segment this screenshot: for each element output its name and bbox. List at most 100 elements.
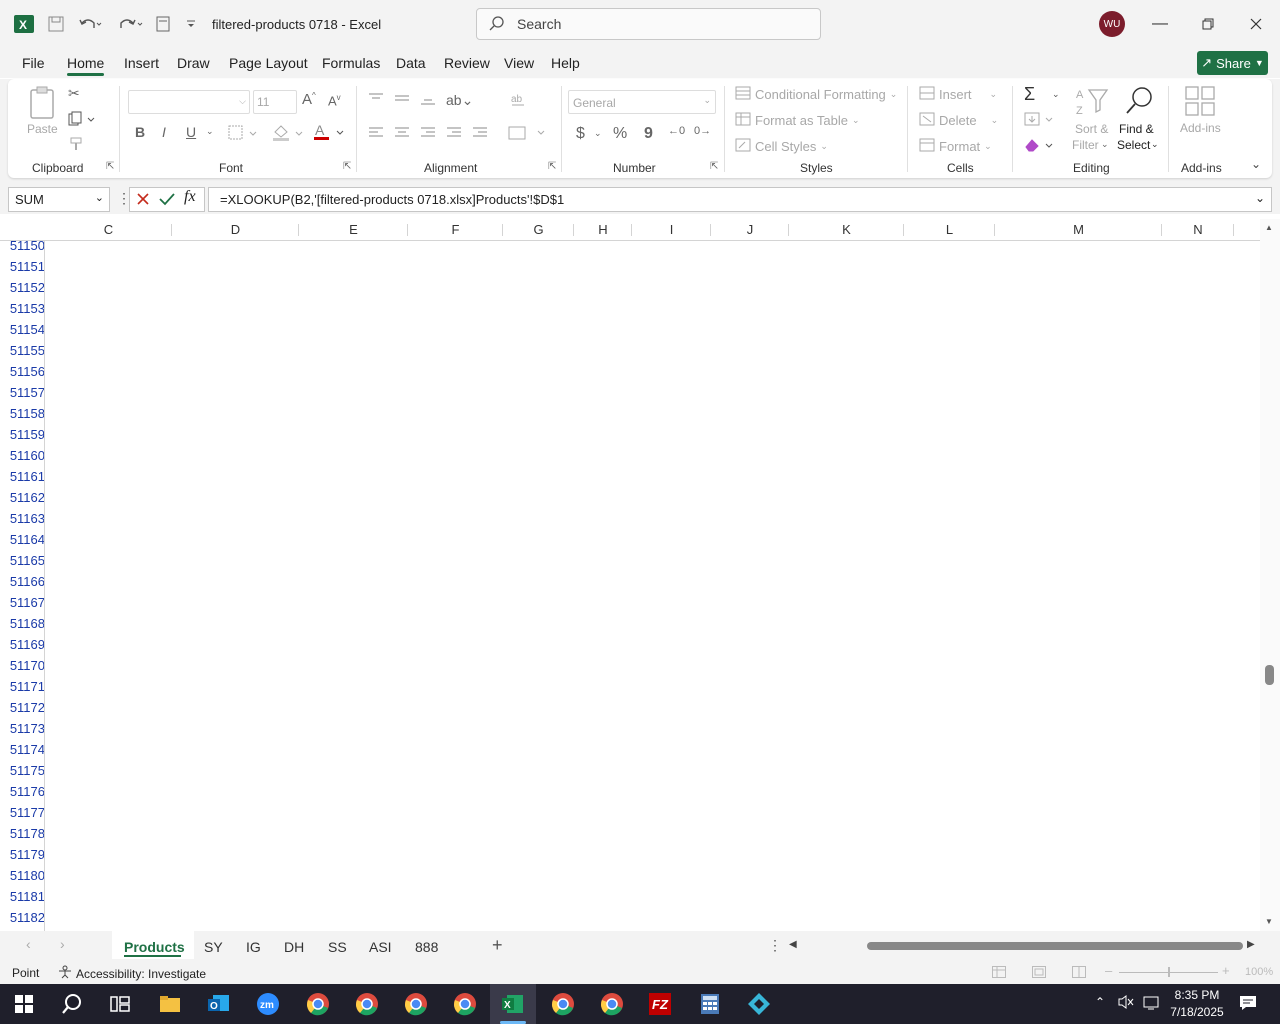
search-box[interactable]: Search (476, 8, 821, 40)
undo-icon[interactable] (74, 0, 106, 48)
file-explorer-icon[interactable] (154, 990, 186, 1018)
sheet-tab-sy[interactable]: SY (204, 936, 223, 958)
sheet-tab-ig[interactable]: IG (246, 936, 261, 958)
horizontal-scroll-thumb[interactable] (867, 942, 1243, 950)
select-all-corner[interactable] (0, 219, 45, 241)
italic-button[interactable]: I (162, 124, 166, 140)
chevron-up-icon[interactable]: ⌃ (1095, 995, 1105, 1009)
save-icon[interactable] (44, 0, 68, 48)
borders-icon[interactable] (228, 125, 260, 144)
chrome-icon[interactable] (400, 990, 432, 1018)
row-header[interactable]: 51174 (0, 739, 44, 760)
decrease-font-icon[interactable]: Av (328, 93, 341, 108)
column-header[interactable]: I (632, 219, 711, 241)
task-view-icon[interactable] (104, 990, 136, 1018)
copy-icon[interactable] (68, 111, 96, 130)
format-painter-icon[interactable] (68, 136, 84, 155)
format-as-table-button[interactable]: Format as Table ⌄ (735, 112, 860, 129)
row-header[interactable]: 51172 (0, 697, 44, 718)
app-diamond-icon[interactable] (743, 990, 775, 1018)
sort-filter-icon[interactable]: AZ (1075, 86, 1109, 121)
scroll-up-icon[interactable]: ▲ (1265, 223, 1273, 232)
insert-cells-button[interactable]: Insert ⌄ (919, 86, 997, 103)
row-header[interactable]: 51163 (0, 508, 44, 529)
increase-font-icon[interactable]: A^ (302, 91, 316, 108)
chrome-icon[interactable] (302, 990, 334, 1018)
accessibility-status[interactable]: Accessibility: Investigate (58, 965, 206, 982)
tab-page-layout[interactable]: Page Layout (229, 55, 308, 71)
increase-indent-icon[interactable] (472, 126, 488, 142)
redo-icon[interactable] (112, 0, 146, 48)
align-left-icon[interactable] (368, 126, 384, 142)
row-header[interactable]: 51181 (0, 886, 44, 907)
tab-formulas[interactable]: Formulas (322, 55, 380, 71)
formula-input[interactable]: =XLOOKUP(B2,'[filtered-products 0718.xls… (208, 187, 1272, 212)
restore-icon[interactable] (1184, 0, 1232, 48)
zoom-in-icon[interactable]: + (1222, 963, 1230, 978)
chrome-icon[interactable] (449, 990, 481, 1018)
share-button[interactable]: ↗ Share ▼ (1197, 51, 1268, 75)
column-header[interactable]: K (789, 219, 904, 241)
fill-icon[interactable] (1024, 111, 1056, 130)
scroll-down-icon[interactable]: ▼ (1265, 917, 1273, 926)
chevron-down-icon[interactable]: ⌄ (1052, 89, 1060, 100)
decrease-decimal-icon[interactable]: 0→ (694, 125, 711, 137)
row-header[interactable]: 51168 (0, 613, 44, 634)
row-header[interactable]: 51159 (0, 424, 44, 445)
conditional-formatting-button[interactable]: Conditional Formatting ⌄ (735, 86, 897, 103)
sheet-tab-asi[interactable]: ASI (369, 936, 392, 958)
currency-button[interactable]: $ (576, 125, 585, 143)
wrap-text-icon[interactable]: ab (510, 92, 528, 111)
chevron-down-icon[interactable]: ⌄ (206, 126, 214, 137)
tab-review[interactable]: Review (444, 55, 490, 71)
next-sheet-icon[interactable]: › (60, 936, 65, 952)
confirm-formula-icon[interactable] (158, 191, 176, 210)
dialog-launcher-icon[interactable]: ⇱ (710, 161, 718, 172)
sort-filter-label-2[interactable]: Filter (1072, 137, 1099, 153)
find-select-label-2[interactable]: Select (1117, 137, 1150, 153)
orientation-icon[interactable]: ab⌄ (446, 92, 473, 109)
underline-button[interactable]: U (186, 124, 196, 140)
row-header[interactable]: 51158 (0, 403, 44, 424)
row-header[interactable]: 51167 (0, 592, 44, 613)
column-header[interactable]: C (45, 219, 172, 241)
volume-muted-icon[interactable] (1117, 994, 1135, 1013)
top-align-icon[interactable] (368, 92, 384, 109)
insert-function-icon[interactable]: fx (184, 188, 196, 206)
filezilla-icon[interactable]: FZ (644, 990, 676, 1018)
windows-start-icon[interactable] (8, 990, 40, 1018)
chevron-down-icon[interactable]: ⌄ (1101, 139, 1109, 150)
dialog-launcher-icon[interactable]: ⇱ (343, 161, 351, 172)
minimize-icon[interactable]: — (1136, 0, 1184, 48)
add-ins-label[interactable]: Add-ins (1180, 121, 1221, 135)
row-header[interactable]: 51156 (0, 361, 44, 382)
row-header[interactable]: 51155 (0, 340, 44, 361)
column-header[interactable]: D (172, 219, 299, 241)
percent-button[interactable]: % (613, 125, 627, 143)
dialog-launcher-icon[interactable]: ⇱ (548, 161, 556, 172)
row-header[interactable]: 51177 (0, 802, 44, 823)
row-header[interactable]: 51175 (0, 760, 44, 781)
delete-cells-button[interactable]: Delete ⌄ (919, 112, 998, 129)
font-color-icon[interactable]: A (313, 122, 347, 145)
sort-filter-label-1[interactable]: Sort & (1075, 121, 1108, 137)
column-header[interactable]: H (574, 219, 632, 241)
row-header[interactable]: 51173 (0, 718, 44, 739)
more-options-icon[interactable]: ⋮ (768, 937, 782, 954)
network-icon[interactable] (1143, 995, 1161, 1014)
add-ins-icon[interactable] (1184, 85, 1216, 120)
column-header[interactable]: L (904, 219, 995, 241)
tab-view[interactable]: View (504, 55, 534, 71)
row-header[interactable]: 51178 (0, 823, 44, 844)
align-right-icon[interactable] (420, 126, 436, 142)
calculator-icon[interactable] (694, 990, 726, 1018)
excel-taskbar-icon[interactable]: X (497, 990, 529, 1018)
font-size-dropdown[interactable]: 11 (253, 90, 297, 114)
sheet-tab-ss[interactable]: SS (328, 936, 347, 958)
row-header[interactable]: 51154 (0, 319, 44, 340)
find-select-icon[interactable] (1124, 85, 1156, 120)
collapse-ribbon-icon[interactable]: ⌄ (1251, 157, 1261, 171)
row-header[interactable]: 51182 (0, 907, 44, 928)
tab-insert[interactable]: Insert (124, 55, 159, 71)
column-header[interactable]: E (299, 219, 408, 241)
